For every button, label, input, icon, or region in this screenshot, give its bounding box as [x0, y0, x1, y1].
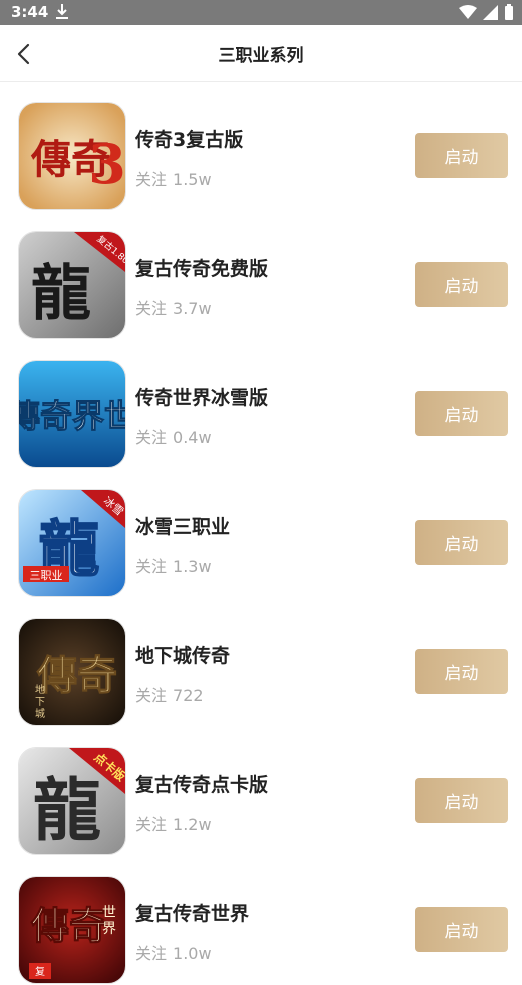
launch-button[interactable]: 启动 — [415, 262, 508, 307]
launch-button[interactable]: 启动 — [415, 391, 508, 436]
launch-button[interactable]: 启动 — [415, 907, 508, 952]
svg-text:龍: 龍 — [31, 259, 91, 329]
follow-count: 关注 3.7w — [135, 299, 212, 318]
list-item[interactable]: 龍 点卡版 复古传奇点卡版 关注 1.2w 启动 — [0, 727, 522, 856]
list-item[interactable]: 龍 复古1.80 复古传奇免费版 关注 3.7w 启动 — [0, 211, 522, 340]
list-item[interactable]: 傳奇 地 下 城 地下城传奇 关注 722 启动 — [0, 598, 522, 727]
status-bar: 3:44 — [0, 0, 522, 25]
page-title: 三职业系列 — [218, 46, 304, 66]
red-world-icon: 傳奇 世 界 复 — [18, 876, 126, 984]
svg-text:界: 界 — [102, 921, 116, 937]
dungeon-icon: 傳奇 地 下 城 — [18, 618, 126, 726]
launch-button[interactable]: 启动 — [415, 778, 508, 823]
follow-count: 关注 0.4w — [135, 428, 212, 447]
list-item[interactable]: 傳奇 世 界 复 复古传奇世界 关注 1.0w 启动 — [0, 856, 522, 985]
svg-text:傳奇界世: 傳奇界世 — [19, 397, 125, 435]
download-icon — [56, 4, 68, 19]
status-icons — [459, 4, 514, 21]
launch-button[interactable]: 启动 — [415, 133, 508, 178]
status-time: 3:44 — [11, 3, 49, 21]
svg-text:龍: 龍 — [33, 771, 101, 851]
game-name: 复古传奇点卡版 — [135, 774, 269, 796]
list-item[interactable]: 龍 冰雪 三职业 冰雪三职业 关注 1.3w 启动 — [0, 469, 522, 598]
list-item[interactable]: 傳奇 3 传奇3复古版 关注 1.5w 启动 — [0, 82, 522, 211]
game-name: 复古传奇世界 — [135, 903, 250, 925]
game-name: 冰雪三职业 — [135, 516, 231, 538]
svg-text:傳奇: 傳奇 — [36, 652, 117, 699]
svg-text:城: 城 — [35, 708, 45, 720]
wifi-icon — [459, 5, 477, 19]
header: 三职业系列 — [0, 25, 522, 82]
game-name: 传奇3复古版 — [135, 129, 244, 151]
game-name: 复古传奇免费版 — [135, 258, 269, 280]
dragon-icon: 龍 复古1.80 — [18, 231, 126, 339]
svg-text:3: 3 — [88, 132, 125, 196]
svg-text:三职业: 三职业 — [30, 569, 63, 582]
launch-button[interactable]: 启动 — [415, 520, 508, 565]
launch-button[interactable]: 启动 — [415, 649, 508, 694]
follow-count: 关注 1.2w — [135, 815, 212, 834]
follow-count: 关注 1.0w — [135, 944, 212, 963]
signal-icon — [483, 5, 498, 20]
follow-count: 关注 1.5w — [135, 170, 212, 189]
svg-text:复: 复 — [35, 965, 45, 978]
follow-count: 关注 722 — [135, 686, 204, 705]
chuanqi-3-icon: 傳奇 3 — [18, 102, 126, 210]
svg-text:下: 下 — [35, 697, 45, 708]
list-item[interactable]: 傳奇界世 传奇世界冰雪版 关注0.4w 启动 — [0, 340, 522, 469]
stone-dragon-icon: 龍 点卡版 — [18, 747, 126, 855]
follow-count: 关注 1.3w — [135, 557, 212, 576]
ice-world-icon: 傳奇界世 — [18, 360, 126, 468]
svg-text:傳奇: 傳奇 — [30, 903, 107, 948]
svg-text:世: 世 — [102, 905, 116, 921]
game-name: 地下城传奇 — [135, 645, 231, 667]
game-name: 传奇世界冰雪版 — [135, 387, 269, 409]
svg-text:地: 地 — [35, 683, 45, 696]
battery-icon — [505, 4, 513, 20]
ice-dragon-icon: 龍 冰雪 三职业 — [18, 489, 126, 597]
game-list: 傳奇 3 传奇3复古版 关注 1.5w 启动 龍 复古1.80 复古传奇免费版 关… — [0, 82, 522, 985]
